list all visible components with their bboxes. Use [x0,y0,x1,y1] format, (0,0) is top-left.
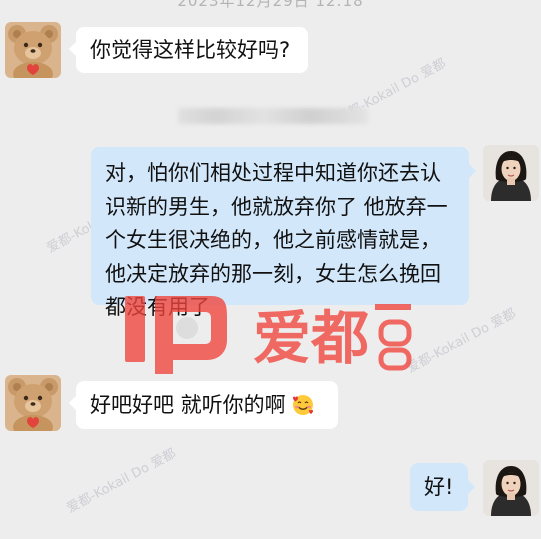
watermark-logo: 爱都 [125,290,425,380]
redacted-line [178,108,368,124]
message-text: 好! [424,475,454,499]
message-bubble-sent[interactable]: 好! [410,463,476,511]
woman-avatar-icon [483,460,539,516]
svg-text:爱都: 爱都 [253,304,369,372]
teddy-bear-avatar-icon [5,375,61,431]
message-text: 你觉得这样比较好吗? [90,38,291,62]
message-bubble-received[interactable]: 好吧好吧 就听你的啊 [68,381,338,429]
self-avatar[interactable] [483,145,539,201]
contact-avatar[interactable] [5,375,61,431]
message-timestamp: 2023年12月29日 12:18 [177,0,364,10]
message-bubble-received[interactable]: 你觉得这样比较好吗? [68,27,308,73]
teddy-bear-avatar-icon [5,22,61,78]
watermark-text: 爱都-Kokail Do 爱都 [64,446,179,517]
woman-avatar-icon [483,145,539,201]
message-text: 好吧好吧 就听你的啊 [90,393,286,417]
contact-avatar[interactable] [5,22,61,78]
smiling-face-with-hearts-icon [292,394,314,416]
self-avatar[interactable] [483,460,539,516]
message-bubble-sent[interactable]: 对，怕你们相处过程中知道你还去认识新的男生，他就放弃你了 他放弃一个女生很决绝的… [91,147,477,319]
